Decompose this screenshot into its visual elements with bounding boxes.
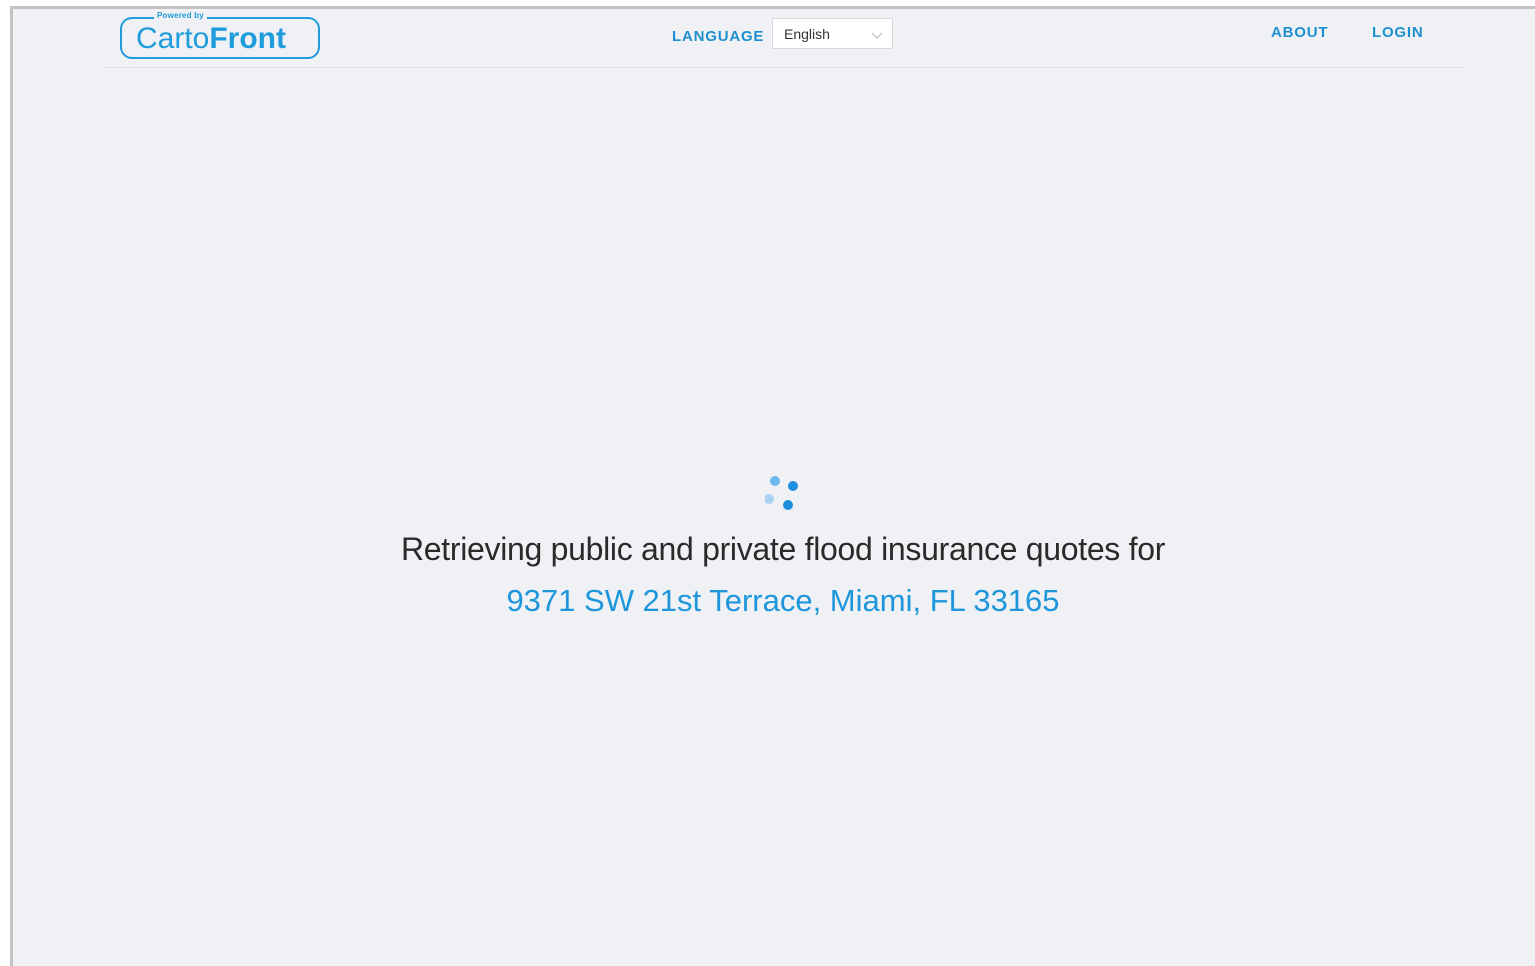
cartofront-logo[interactable]: Powered by CartoFront [120,11,320,59]
language-label: LANGUAGE [672,28,765,45]
logo-wordmark: CartoFront [136,21,286,57]
loading-spinner-icon [764,474,805,514]
nav-login-link[interactable]: LOGIN [1372,24,1424,41]
chevron-down-icon [871,27,883,45]
logo-brand-bold: Front [209,22,286,55]
top-navbar: Powered by CartoFront LANGUAGE English A… [105,9,1463,68]
nav-about-link[interactable]: ABOUT [1271,24,1328,41]
logo-brand-light: Carto [136,22,210,55]
property-address: 9371 SW 21st Terrace, Miami, FL 33165 [506,583,1060,618]
logo-powered-by: Powered by [154,11,207,20]
page-frame: Powered by CartoFront LANGUAGE English A… [10,6,1535,966]
language-select-value: English [784,26,830,42]
language-select[interactable]: English [772,18,893,49]
retrieving-quotes-message: Retrieving public and private flood insu… [400,531,1166,567]
